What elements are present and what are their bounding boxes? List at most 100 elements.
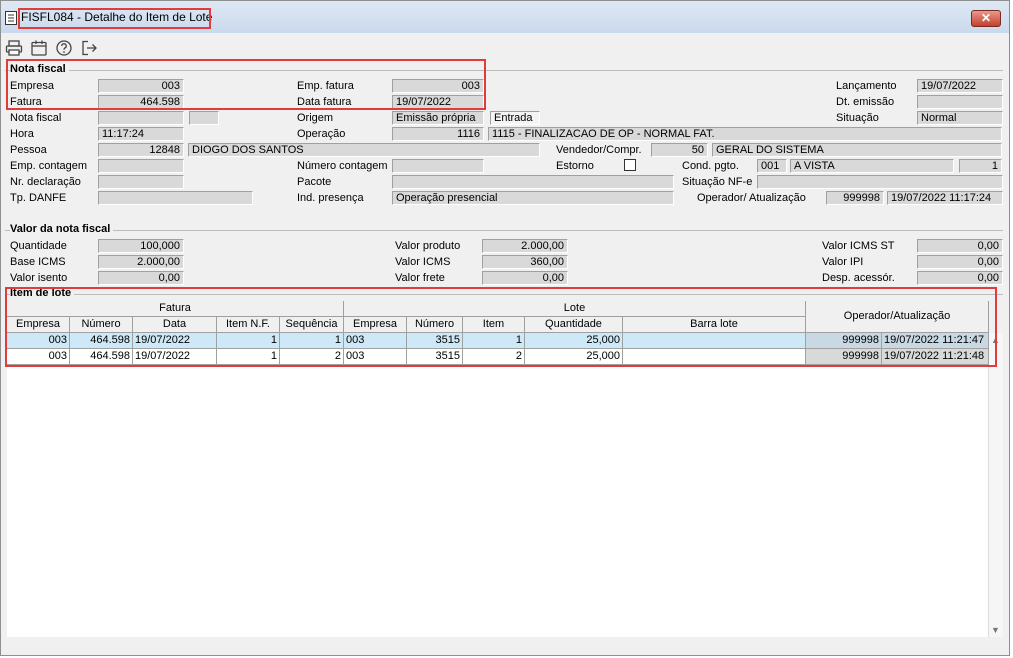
estorno-checkbox[interactable] [624,159,636,171]
cell-barra-lote[interactable] [623,333,806,349]
desp-acessor-label: Desp. acessór. [822,272,895,284]
situacao-field: Normal [917,111,1003,125]
cell-quantidade[interactable]: 25,000 [525,333,623,349]
quantidade-field: 100,000 [98,239,184,253]
nota-fiscal-field [98,111,184,125]
cell-lote-item[interactable]: 2 [463,349,525,365]
ind-presenca-field: Operação presencial [392,191,674,205]
pessoa-name-field: DIOGO DOS SANTOS [188,143,540,157]
vertical-scrollbar[interactable]: ▲ ▼ [989,333,1003,637]
operacao-label: Operação [297,128,346,140]
cell-barra-lote[interactable] [623,349,806,365]
column-lote-empresa[interactable]: Empresa [344,317,407,333]
scroll-down-icon[interactable]: ▼ [991,625,1000,635]
origem-tipo-field: Entrada [490,111,540,125]
column-numero[interactable]: Número [70,317,133,333]
cell-empresa[interactable]: 003 [7,349,70,365]
hora-field: 11:17:24 [98,127,184,141]
operador-label: Operador/ Atualização [697,192,806,204]
cell-lote-item[interactable]: 1 [463,333,525,349]
operador-data-field: 19/07/2022 11:17:24 [887,191,1003,205]
cell-empresa[interactable]: 003 [7,333,70,349]
emp-fatura-field: 003 [392,79,484,93]
fatura-label: Fatura [10,96,42,108]
pacote-label: Pacote [297,176,332,188]
cell-quantidade[interactable]: 25,000 [525,349,623,365]
vendedor-label: Vendedor/Compr. [556,144,642,156]
data-fatura-label: Data fatura [297,96,352,108]
tp-danfe-label: Tp. DANFE [10,192,67,204]
cell-lote-numero[interactable]: 3515 [407,333,463,349]
cell-data[interactable]: 19/07/2022 [133,349,217,365]
data-fatura-field: 19/07/2022 [392,95,484,109]
base-icms-field: 2.000,00 [98,255,184,269]
help-icon[interactable] [55,39,73,57]
nota-fiscal-divider [5,70,1003,71]
column-item-nf[interactable]: Item N.F. [217,317,280,333]
exit-icon[interactable] [80,39,98,57]
fatura-field: 464.598 [98,95,184,109]
operacao-code-field: 1116 [392,127,484,141]
valor-produto-field: 2.000,00 [482,239,568,253]
item-lote-title: Item de lote [10,287,75,299]
column-empresa[interactable]: Empresa [7,317,70,333]
estorno-label: Estorno [556,160,594,172]
operador-code-field: 999998 [826,191,884,205]
header-group-lote: Lote [344,301,806,317]
cond-pgto-label: Cond. pgto. [682,160,739,172]
nota-fiscal-title: Nota fiscal [10,63,69,75]
dt-emissao-field [917,95,1003,109]
detail-window: FISFL084 - Detalhe do Item de Lote ✕ Not… [0,0,1010,656]
cond-pgto-parcelas-field: 1 [959,159,1002,173]
valor-produto-label: Valor produto [395,240,461,252]
valor-icms-st-label: Valor ICMS ST [822,240,895,252]
cell-item-nf[interactable]: 1 [217,349,280,365]
valor-frete-field: 0,00 [482,271,568,285]
grid-empty-area[interactable] [7,365,989,637]
pessoa-code-field: 12848 [98,143,184,157]
printer-icon[interactable] [5,39,23,57]
lancamento-field: 19/07/2022 [917,79,1003,93]
cell-operador: 999998 [806,349,882,365]
nota-fiscal-serie-field [189,111,219,125]
valor-isento-label: Valor isento [10,272,68,284]
cell-item-nf[interactable]: 1 [217,333,280,349]
cell-atualizacao: 19/07/2022 11:21:47 [882,333,989,349]
dt-emissao-label: Dt. emissão [836,96,895,108]
cell-lote-empresa[interactable]: 003 [344,349,407,365]
column-sequencia[interactable]: Sequência [280,317,344,333]
column-lote-item[interactable]: Item [463,317,525,333]
window-title: FISFL084 - Detalhe do Item de Lote [21,10,213,24]
column-barra-lote[interactable]: Barra lote [623,317,806,333]
column-lote-numero[interactable]: Número [407,317,463,333]
origem-field: Emissão própria [392,111,484,125]
cell-numero[interactable]: 464.598 [70,349,133,365]
cell-operador: 999998 [806,333,882,349]
column-quantidade[interactable]: Quantidade [525,317,623,333]
quantidade-label: Quantidade [10,240,67,252]
lancamento-label: Lançamento [836,80,897,92]
cell-sequencia[interactable]: 2 [280,349,344,365]
valor-isento-field: 0,00 [98,271,184,285]
cell-data[interactable]: 19/07/2022 [133,333,217,349]
cell-sequencia[interactable]: 1 [280,333,344,349]
close-button[interactable]: ✕ [971,10,1001,27]
cell-lote-numero[interactable]: 3515 [407,349,463,365]
valor-nf-title: Valor da nota fiscal [10,223,114,235]
numero-contagem-field [392,159,484,173]
column-data[interactable]: Data [133,317,217,333]
cell-lote-empresa[interactable]: 003 [344,333,407,349]
calendar-icon[interactable] [30,39,48,57]
cell-atualizacao: 19/07/2022 11:21:48 [882,349,989,365]
cell-numero[interactable]: 464.598 [70,333,133,349]
nota-fiscal-label: Nota fiscal [10,112,62,124]
header-group-fatura: Fatura [7,301,344,317]
title-bar: FISFL084 - Detalhe do Item de Lote ✕ [1,1,1009,33]
empresa-field: 003 [98,79,184,93]
scroll-up-icon[interactable]: ▲ [991,335,1000,345]
emp-contagem-label: Emp. contagem [10,160,88,172]
hora-label: Hora [10,128,34,140]
valor-frete-label: Valor frete [395,272,445,284]
base-icms-label: Base ICMS [10,256,66,268]
numero-contagem-label: Número contagem [297,160,388,172]
